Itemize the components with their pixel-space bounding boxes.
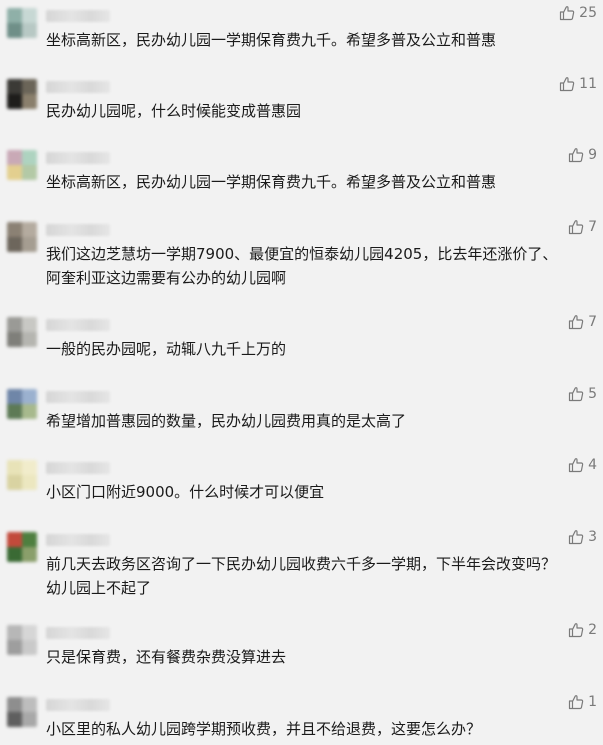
thumbs-up-icon	[568, 458, 584, 473]
avatar[interactable]	[7, 79, 37, 109]
like-button[interactable]: 11	[559, 76, 597, 92]
username-blurred[interactable]	[46, 462, 110, 474]
username-blurred[interactable]	[46, 391, 110, 403]
comment-text: 前几天去政务区咨询了一下民办幼儿园收费六千多一学期，下半年会改变吗？幼儿园上不起…	[46, 555, 557, 597]
username-blurred[interactable]	[46, 319, 110, 331]
like-button[interactable]: 5	[568, 386, 597, 402]
avatar[interactable]	[7, 389, 37, 419]
thumbs-up-icon	[560, 6, 575, 21]
avatar[interactable]	[7, 222, 37, 252]
username-blurred[interactable]	[46, 627, 110, 639]
avatar[interactable]	[7, 8, 37, 38]
like-count: 1	[588, 694, 597, 710]
comment-text: 民办幼儿园呢，什么时候能变成普惠园	[46, 102, 302, 120]
thumbs-up-icon	[568, 315, 584, 330]
like-count: 3	[588, 529, 597, 545]
comment-text: 只是保育费，还有餐费杂费没算进去	[46, 648, 287, 666]
avatar[interactable]	[7, 150, 37, 180]
like-button[interactable]: 1	[568, 694, 597, 710]
avatar[interactable]	[7, 460, 37, 490]
like-count: 11	[579, 76, 597, 92]
comment-text: 希望增加普惠园的数量，民办幼儿园费用真的是太高了	[46, 412, 407, 430]
like-count: 25	[579, 5, 597, 21]
comment-text: 一般的民办园呢，动辄八九千上万的	[46, 340, 287, 358]
username-blurred[interactable]	[46, 10, 110, 22]
like-button[interactable]: 2	[568, 622, 597, 638]
avatar[interactable]	[7, 697, 37, 727]
like-button[interactable]: 4	[568, 457, 597, 473]
comment-text: 小区门口附近9000。什么时候才可以便宜	[46, 483, 325, 501]
like-count: 7	[588, 314, 597, 330]
like-button[interactable]: 7	[568, 314, 597, 330]
thumbs-up-icon	[568, 530, 584, 545]
comment-text: 坐标高新区，民办幼儿园一学期保育费九千。希望多普及公立和普惠	[46, 173, 497, 191]
comment-list: 坐标高新区，民办幼儿园一学期保育费九千。希望多普及公立和普惠 25 民办幼儿园呢…	[0, 0, 603, 745]
username-blurred[interactable]	[46, 224, 110, 236]
username-blurred[interactable]	[46, 534, 110, 546]
like-count: 5	[588, 386, 597, 402]
comment-text: 我们这边芝慧坊一学期7900、最便宜的恒泰幼儿园4205，比去年还涨价了、阿奎利…	[46, 245, 558, 287]
avatar[interactable]	[7, 625, 37, 655]
thumbs-up-icon	[568, 148, 584, 163]
thumbs-up-icon	[568, 695, 584, 710]
thumbs-up-icon	[568, 623, 584, 638]
like-button[interactable]: 3	[568, 529, 597, 545]
username-blurred[interactable]	[46, 81, 110, 93]
like-count: 2	[588, 622, 597, 638]
avatar[interactable]	[7, 317, 37, 347]
username-blurred[interactable]	[46, 152, 110, 164]
like-count: 4	[588, 457, 597, 473]
comment-text: 小区里的私人幼儿园跨学期预收费，并且不给退费，这要怎么办？	[46, 720, 482, 738]
thumbs-up-icon	[560, 77, 575, 92]
thumbs-up-icon	[568, 220, 584, 235]
avatar[interactable]	[7, 532, 37, 562]
like-count: 9	[588, 147, 597, 163]
like-button[interactable]: 7	[568, 219, 597, 235]
like-count: 7	[588, 219, 597, 235]
like-button[interactable]: 9	[568, 147, 597, 163]
thumbs-up-icon	[568, 387, 584, 402]
username-blurred[interactable]	[46, 699, 110, 711]
comment-text: 坐标高新区，民办幼儿园一学期保育费九千。希望多普及公立和普惠	[46, 31, 497, 49]
like-button[interactable]: 25	[559, 5, 597, 21]
